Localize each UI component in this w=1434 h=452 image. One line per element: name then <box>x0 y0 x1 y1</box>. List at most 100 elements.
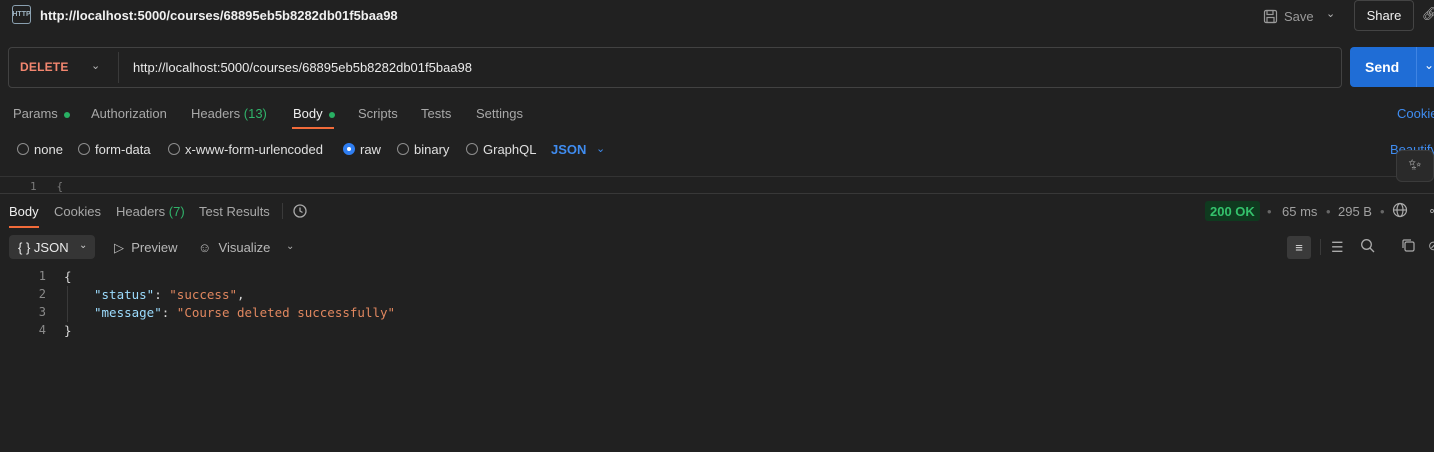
filter-icon[interactable]: ☰ <box>1331 239 1344 256</box>
save-options-chevron-icon[interactable]: ⌄ <box>1326 7 1335 20</box>
editor-line-number: 1 <box>30 180 37 193</box>
option-none-label[interactable]: none <box>34 142 63 157</box>
tab-scripts[interactable]: Scripts <box>358 106 398 121</box>
cookies-link[interactable]: Cookies <box>1397 106 1434 121</box>
radio-none[interactable] <box>17 143 29 155</box>
line-number: 3 <box>38 305 46 319</box>
meta-separator: • <box>1380 204 1385 219</box>
ai-assistant-icon[interactable]: ✨︎ <box>1396 150 1434 182</box>
response-active-tab-underline <box>9 226 39 228</box>
request-title[interactable]: http://localhost:5000/courses/68895eb5b8… <box>40 8 398 23</box>
response-size[interactable]: 295 B <box>1338 204 1372 219</box>
json-separator: : <box>154 287 170 302</box>
json-value: "success" <box>169 287 238 302</box>
json-separator: : <box>161 305 177 320</box>
tab-tests[interactable]: Tests <box>421 106 451 121</box>
visualize-button[interactable]: ☺︎ Visualize <box>198 240 270 255</box>
url-divider <box>118 52 119 83</box>
visualize-label: Visualize <box>218 240 271 255</box>
save-button[interactable]: Save <box>1263 6 1314 26</box>
send-options-chevron-icon[interactable]: ⌄ <box>1424 58 1434 72</box>
tab-params-label: Params <box>13 106 58 121</box>
request-body-editor[interactable] <box>0 176 1434 190</box>
search-icon[interactable] <box>1360 238 1375 256</box>
response-format-chevron-icon[interactable]: ⌄ <box>79 240 87 251</box>
option-graphql-label[interactable]: GraphQL <box>483 142 536 157</box>
radio-binary[interactable] <box>397 143 409 155</box>
radio-raw[interactable] <box>343 143 355 155</box>
http-request-icon: HTTP <box>12 5 31 24</box>
response-time[interactable]: 65 ms <box>1282 204 1317 219</box>
body-indicator-dot <box>328 111 335 118</box>
response-tabs-separator <box>282 203 283 219</box>
response-pane-divider[interactable] <box>0 193 1434 194</box>
method-chevron-icon[interactable]: ⌄ <box>91 59 100 72</box>
line-number: 4 <box>38 323 46 337</box>
tab-headers[interactable]: Headers (13) <box>191 106 267 121</box>
history-icon[interactable] <box>292 203 308 222</box>
status-badge[interactable]: 200 OK <box>1205 201 1260 221</box>
active-tab-underline <box>292 127 334 129</box>
json-close-brace: } <box>64 323 72 338</box>
send-label[interactable]: Send <box>1365 59 1399 75</box>
radio-graphql[interactable] <box>466 143 478 155</box>
play-icon: ▷ <box>114 240 124 255</box>
globe-icon[interactable] <box>1392 202 1408 222</box>
clear-icon[interactable]: ⊘ <box>1428 238 1434 254</box>
json-open-brace: { <box>64 269 72 284</box>
tab-params[interactable]: Params <box>13 106 70 121</box>
tab-headers-label: Headers <box>191 106 241 121</box>
response-tab-body[interactable]: Body <box>9 204 39 219</box>
braces-icon: { } <box>18 240 31 255</box>
url-input[interactable]: http://localhost:5000/courses/68895eb5b8… <box>133 60 472 75</box>
option-binary-label[interactable]: binary <box>414 142 449 157</box>
copy-icon[interactable] <box>1401 238 1416 256</box>
response-headers-label: Headers <box>116 204 166 219</box>
response-tab-cookies[interactable]: Cookies <box>54 204 101 219</box>
preview-button[interactable]: ▷ Preview <box>114 240 177 256</box>
link-icon[interactable]: 🔗︎ <box>1422 6 1434 22</box>
visualize-icon: ☺︎ <box>198 240 212 255</box>
toolbar-separator <box>1320 239 1321 255</box>
json-line-message: "message": "Course deleted successfully" <box>94 305 395 320</box>
visualize-chevron-icon[interactable]: ⌄ <box>286 241 294 252</box>
meta-separator: • <box>1326 204 1331 219</box>
tab-body-label: Body <box>293 106 323 121</box>
preview-label: Preview <box>131 240 178 255</box>
editor-line-text: { <box>56 180 64 193</box>
save-label: Save <box>1284 8 1314 24</box>
send-split-divider <box>1416 47 1417 87</box>
json-comma: , <box>237 287 245 302</box>
more-options-icon[interactable]: ∘ <box>1428 203 1434 219</box>
body-format-select[interactable]: JSON <box>551 142 586 157</box>
params-indicator-dot <box>63 111 70 118</box>
radio-form-data[interactable] <box>78 143 90 155</box>
response-tab-headers[interactable]: Headers (7) <box>116 204 185 219</box>
line-number: 2 <box>38 287 46 301</box>
save-icon <box>1263 9 1278 23</box>
share-button[interactable]: Share <box>1354 0 1414 31</box>
json-key: "status" <box>94 287 155 302</box>
json-value: "Course deleted successfully" <box>176 305 396 320</box>
body-format-chevron-icon[interactable]: ⌄ <box>596 142 605 155</box>
response-tab-test-results[interactable]: Test Results <box>199 204 270 219</box>
headers-count: (13) <box>243 106 267 121</box>
meta-separator: • <box>1267 204 1272 219</box>
option-urlencoded-label[interactable]: x-www-form-urlencoded <box>185 142 323 157</box>
json-key: "message" <box>94 305 162 320</box>
option-raw-label[interactable]: raw <box>360 142 381 157</box>
response-format-label[interactable]: { } JSON <box>18 240 69 255</box>
method-select[interactable]: DELETE <box>20 60 69 74</box>
tab-body[interactable]: Body <box>293 106 335 121</box>
tab-authorization[interactable]: Authorization <box>91 106 167 121</box>
response-format-text: JSON <box>33 240 69 255</box>
wrap-lines-icon[interactable]: ≡ <box>1287 236 1311 259</box>
editor-first-line: 1 { <box>30 180 63 193</box>
radio-urlencoded[interactable] <box>168 143 180 155</box>
response-headers-count: (7) <box>168 204 185 219</box>
option-form-data-label[interactable]: form-data <box>95 142 151 157</box>
indent-guide <box>67 286 68 322</box>
tab-settings[interactable]: Settings <box>476 106 523 121</box>
http-icon-text: HTTP <box>12 11 31 18</box>
line-number: 1 <box>38 269 46 283</box>
